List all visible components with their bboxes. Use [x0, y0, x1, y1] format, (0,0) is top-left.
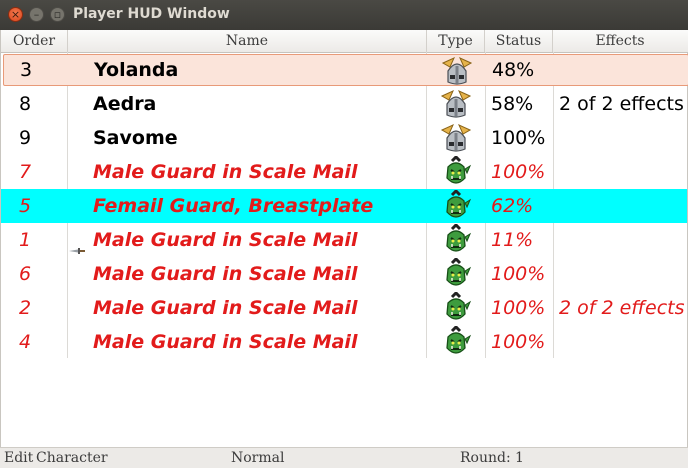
name-cell: Male Guard in Scale Mail	[93, 229, 358, 251]
order-cell: 9	[19, 127, 32, 149]
order-cell: 1	[19, 229, 32, 251]
status-cell: 100%	[491, 161, 546, 183]
column-header-name[interactable]: Name	[68, 30, 427, 52]
orc-head-icon	[439, 222, 473, 260]
title-bar: × – ▫ Player HUD Window	[0, 0, 688, 30]
order-cell: 4	[19, 331, 32, 353]
status-cell: 100%	[491, 297, 546, 319]
table-row[interactable]: 6 Male Guard in Scale Mail 100%	[1, 256, 687, 294]
name-cell: Male Guard in Scale Mail	[93, 161, 358, 183]
status-mode: Normal	[231, 450, 285, 466]
maximize-icon[interactable]: ▫	[50, 7, 65, 22]
close-icon[interactable]: ×	[8, 7, 23, 22]
effects-cell: 2 of 2 effects	[559, 93, 684, 115]
status-round-label: Round:	[460, 450, 511, 466]
column-header-type[interactable]: Type	[427, 30, 485, 52]
table-row[interactable]: 9 Savome 100%	[1, 121, 687, 155]
minimize-icon[interactable]: –	[29, 7, 44, 22]
table-row[interactable]: 2 Male Guard in Scale Mail 100% 2 of 2 effe…	[1, 290, 687, 328]
column-header-status[interactable]: Status	[485, 30, 553, 52]
status-round-value: 1	[515, 450, 524, 466]
status-bar: Edit Character Normal Round: 1	[0, 447, 688, 468]
order-cell: 5	[19, 195, 32, 217]
order-cell: 8	[19, 93, 32, 115]
table-row[interactable]: 8 Aedra 58% 2 of 2 effects	[1, 87, 687, 121]
order-cell: 7	[19, 161, 32, 183]
name-cell: Male Guard in Scale Mail	[93, 297, 358, 319]
name-cell: Femail Guard, Breastplate	[93, 195, 374, 217]
turn-marker-icon	[69, 239, 85, 258]
name-cell: Savome	[93, 127, 178, 149]
status-cell: 100%	[491, 263, 546, 285]
status-cell: 62%	[491, 195, 534, 217]
table-row[interactable]: 7 Male Guard in Scale Mail 100%	[1, 154, 687, 192]
orc-head-icon	[439, 188, 473, 226]
adventurer-helmet-icon	[440, 55, 474, 91]
status-cell: 58%	[491, 93, 534, 115]
order-cell: 2	[19, 297, 32, 319]
column-header-effects[interactable]: Effects	[553, 30, 687, 52]
status-cell: 48%	[492, 59, 535, 81]
orc-head-icon	[439, 256, 473, 294]
status-cell: 100%	[491, 331, 546, 353]
orc-head-icon	[439, 324, 473, 362]
name-cell: Male Guard in Scale Mail	[93, 263, 358, 285]
name-cell: Yolanda	[94, 59, 179, 81]
column-header-order[interactable]: Order	[1, 30, 68, 52]
status-cell: 11%	[491, 229, 534, 251]
orc-head-icon	[439, 154, 473, 192]
window-title: Player HUD Window	[73, 6, 230, 22]
table-row[interactable]: 1 Male Guard in Scale Mail 11%	[1, 222, 687, 260]
initiative-table: Order Name Type Status Effects 3 Yolanda 4…	[0, 30, 688, 447]
effects-cell: 2 of 2 effects	[559, 297, 685, 319]
orc-head-icon	[439, 290, 473, 328]
table-row[interactable]: 3 Yolanda 48%	[3, 54, 688, 86]
order-cell: 3	[20, 59, 33, 81]
name-cell: Aedra	[93, 93, 157, 115]
status-character[interactable]: Character	[36, 450, 108, 466]
table-row[interactable]: 4 Male Guard in Scale Mail 100%	[1, 324, 687, 362]
adventurer-helmet-icon	[439, 88, 473, 124]
name-cell: Male Guard in Scale Mail	[93, 331, 358, 353]
table-header: Order Name Type Status Effects	[1, 30, 688, 53]
status-cell: 100%	[491, 127, 546, 149]
adventurer-helmet-icon	[439, 122, 473, 158]
order-cell: 6	[19, 263, 32, 285]
status-edit[interactable]: Edit	[4, 450, 33, 466]
table-row[interactable]: 5 Femail Guard, Breastplate 62%	[1, 188, 687, 226]
